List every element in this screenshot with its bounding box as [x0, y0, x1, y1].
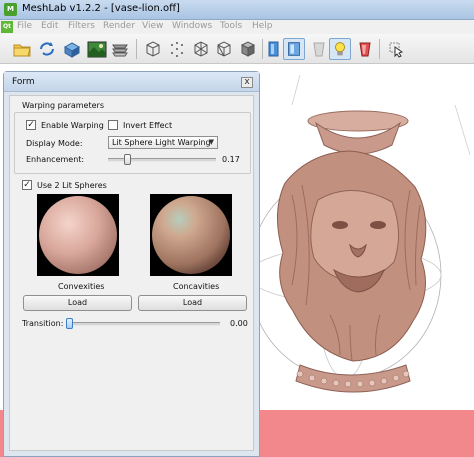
form-title-bar: Form x: [4, 72, 259, 92]
lighting-bulb-icon[interactable]: [329, 38, 351, 60]
menu-filters[interactable]: Filters: [68, 21, 95, 31]
menu-file[interactable]: File: [17, 21, 32, 31]
form-body: Warping parameters ✓ Enable Warping Inve…: [9, 95, 254, 451]
window-title: MeshLab v1.2.2 - [vase-lion.off]: [22, 3, 180, 14]
meshlab-app-icon: M: [4, 3, 17, 16]
concavities-sphere-preview: [150, 194, 232, 276]
concavities-label: Concavities: [173, 282, 220, 291]
double-side-icon[interactable]: [355, 39, 375, 59]
enable-warping-label: Enable Warping: [41, 121, 104, 130]
invert-effect-label: Invert Effect: [123, 121, 173, 130]
texture-icon[interactable]: [283, 38, 305, 60]
transition-slider-handle[interactable]: [66, 318, 73, 329]
menu-tools[interactable]: Tools: [220, 21, 242, 31]
export-icon[interactable]: [62, 39, 82, 59]
window-title-bar: M MeshLab v1.2.2 - [vase-lion.off]: [0, 0, 474, 20]
convexities-label: Convexities: [58, 282, 105, 291]
snapshot-icon[interactable]: [87, 39, 107, 59]
close-icon[interactable]: x: [241, 77, 253, 88]
enhancement-slider-handle[interactable]: [124, 154, 131, 165]
menu-help[interactable]: Help: [252, 21, 273, 31]
display-mode-label: Display Mode:: [26, 139, 83, 148]
qt-logo-icon: Qt: [1, 21, 13, 33]
display-mode-select[interactable]: Lit Sphere Light Warping ▼: [108, 136, 218, 149]
load-convexities-button[interactable]: Load: [23, 295, 132, 311]
wireframe-icon[interactable]: [191, 39, 211, 59]
form-title: Form: [12, 77, 35, 87]
select-faces-icon[interactable]: [386, 39, 406, 59]
layers-icon[interactable]: [110, 39, 130, 59]
convexities-sphere-preview: [37, 194, 119, 276]
toolbar-separator: [136, 39, 137, 59]
form-dialog: Form x Warping parameters ✓ Enable Warpi…: [3, 71, 260, 457]
menu-bar: Qt File Edit Filters Render View Windows…: [0, 20, 474, 34]
points-icon[interactable]: [167, 39, 187, 59]
open-folder-icon[interactable]: [12, 39, 32, 59]
bounding-box-icon[interactable]: [143, 39, 163, 59]
transition-value: 0.00: [230, 319, 248, 328]
toolbar-separator: [379, 39, 380, 59]
menu-edit[interactable]: Edit: [41, 21, 58, 31]
toolbar-separator: [262, 39, 263, 59]
load-concavities-button[interactable]: Load: [138, 295, 247, 311]
warping-parameters-title: Warping parameters: [22, 101, 104, 110]
invert-effect-checkbox[interactable]: [108, 120, 118, 130]
main-toolbar: [0, 34, 474, 64]
reload-icon[interactable]: [37, 39, 57, 59]
display-mode-value: Lit Sphere Light Warping: [112, 138, 211, 147]
transition-label: Transition:: [22, 319, 64, 328]
hidden-lines-icon[interactable]: [214, 39, 234, 59]
enable-warping-checkbox[interactable]: ✓: [26, 120, 36, 130]
color-icon[interactable]: [309, 39, 329, 59]
menu-render[interactable]: Render: [103, 21, 135, 31]
smooth-shading-icon[interactable]: [264, 39, 284, 59]
flat-shading-icon[interactable]: [238, 39, 258, 59]
use-two-spheres-checkbox[interactable]: ✓: [22, 180, 32, 190]
enhancement-label: Enhancement:: [26, 155, 85, 164]
menu-view[interactable]: View: [142, 21, 163, 31]
transition-slider-track[interactable]: [68, 322, 220, 326]
enhancement-value: 0.17: [222, 155, 240, 164]
menu-windows[interactable]: Windows: [172, 21, 212, 31]
use-two-spheres-label: Use 2 Lit Spheres: [37, 181, 107, 190]
chevron-down-icon: ▼: [208, 138, 214, 146]
